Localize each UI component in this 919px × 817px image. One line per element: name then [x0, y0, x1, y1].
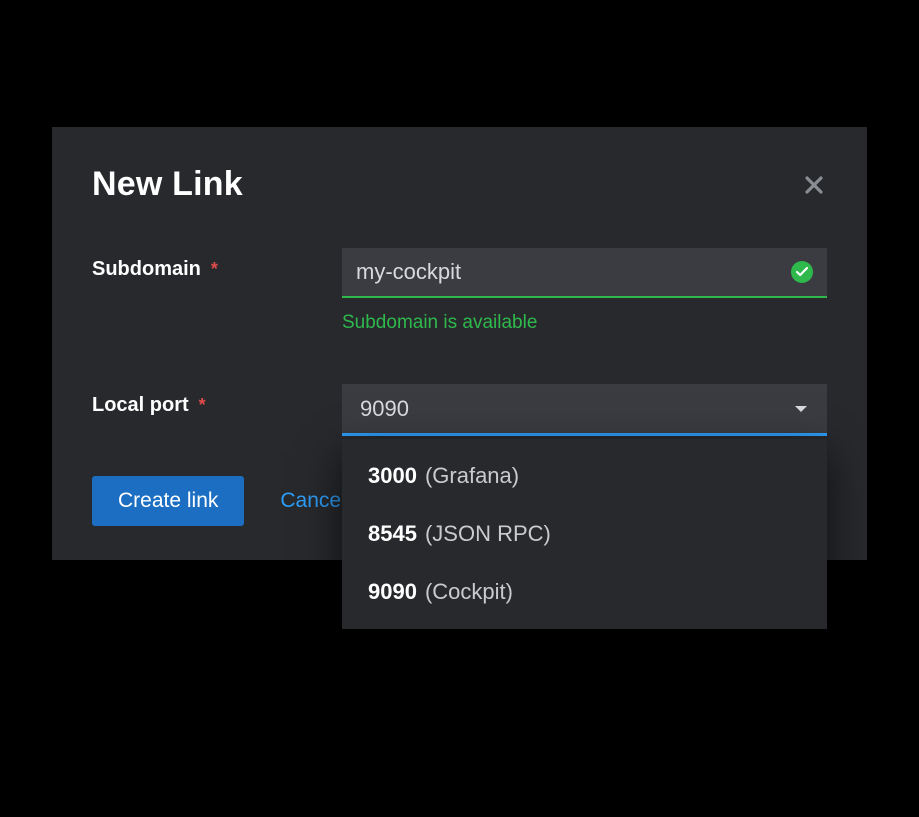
- cancel-button[interactable]: Cancel: [280, 489, 345, 513]
- subdomain-input-wrap: [342, 248, 827, 298]
- localport-dropdown: 3000 (Grafana) 8545 (JSON RPC) 9090 (Coc…: [342, 439, 827, 629]
- modal-title: New Link: [92, 165, 243, 204]
- option-port: 3000: [368, 463, 417, 489]
- subdomain-input[interactable]: [356, 259, 791, 285]
- localport-selected-value: 9090: [360, 396, 795, 422]
- create-link-button[interactable]: Create link: [92, 476, 244, 526]
- subdomain-helper: Subdomain is available: [342, 312, 827, 334]
- required-mark: *: [211, 259, 218, 280]
- check-icon: [791, 261, 813, 283]
- localport-field: 9090 3000 (Grafana) 8545 (JSON RPC) 9090…: [342, 384, 827, 436]
- required-mark: *: [199, 395, 206, 416]
- localport-option-8545[interactable]: 8545 (JSON RPC): [342, 505, 827, 563]
- chevron-down-icon: [795, 406, 807, 412]
- subdomain-label-text: Subdomain: [92, 258, 201, 281]
- modal-header: New Link: [92, 165, 827, 204]
- localport-row: Local port * 9090 3000 (Grafana) 8545 (J…: [92, 384, 827, 436]
- new-link-modal: New Link Subdomain * Subdoma: [52, 127, 867, 560]
- close-icon: [805, 176, 823, 194]
- localport-label-text: Local port: [92, 394, 189, 417]
- subdomain-field: Subdomain is available: [342, 248, 827, 334]
- option-label: (JSON RPC): [425, 521, 551, 547]
- option-label: (Grafana): [425, 463, 519, 489]
- localport-label: Local port *: [92, 384, 342, 417]
- localport-option-3000[interactable]: 3000 (Grafana): [342, 447, 827, 505]
- localport-select[interactable]: 9090: [342, 384, 827, 436]
- option-port: 8545: [368, 521, 417, 547]
- subdomain-label: Subdomain *: [92, 248, 342, 281]
- close-button[interactable]: [801, 172, 827, 198]
- localport-option-9090[interactable]: 9090 (Cockpit): [342, 563, 827, 621]
- option-label: (Cockpit): [425, 579, 513, 605]
- option-port: 9090: [368, 579, 417, 605]
- subdomain-row: Subdomain * Subdomain is available: [92, 248, 827, 334]
